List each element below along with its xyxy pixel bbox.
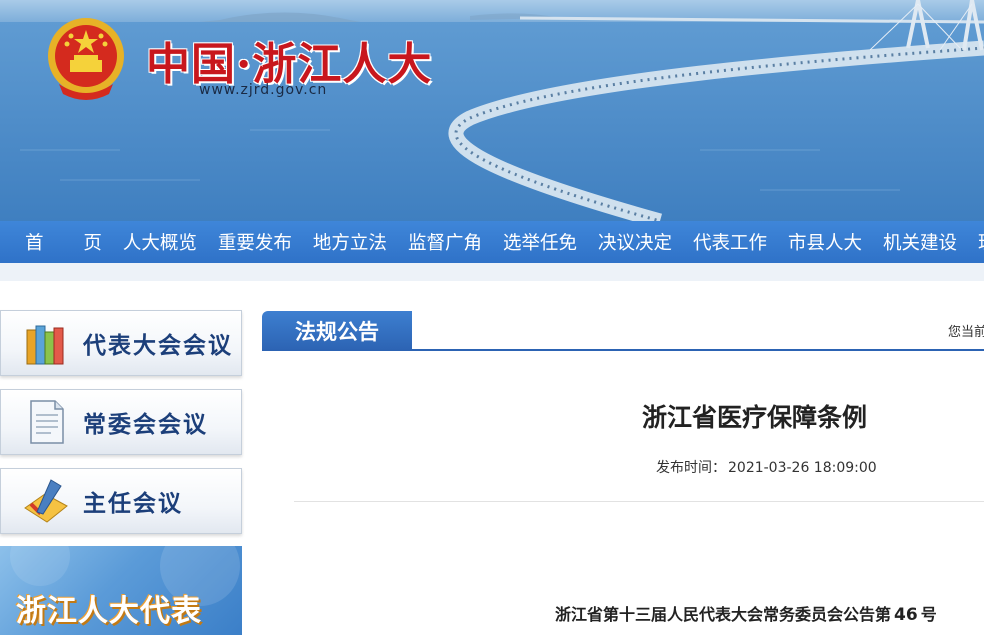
nav-item-deputies[interactable]: 代表工作 (693, 229, 767, 255)
article-meta: 发布时间： 2021-03-26 18:09:00 (656, 457, 877, 477)
sidebar-item-standing-committee[interactable]: 常委会会议 (0, 389, 242, 455)
publish-label: 发布时间： (656, 460, 726, 476)
deputies-banner[interactable]: 浙江人大代表 (0, 546, 242, 635)
nav-item-releases[interactable]: 重要发布 (218, 229, 292, 255)
sidebar-item-label: 常委会会议 (83, 411, 208, 438)
section-underline (262, 349, 984, 351)
article-body: 浙江省第十三届人民代表大会常务委员会公告第 46 号 (555, 601, 937, 625)
site-url: www.zjrd.gov.cn (199, 82, 328, 98)
sidebar-item-congress-session[interactable]: 代表大会会议 (0, 310, 242, 376)
sidebar-item-director-meeting[interactable]: 主任会议 (0, 468, 242, 534)
article-title: 浙江省医疗保障条例 (642, 403, 868, 432)
nav-item-legislation[interactable]: 地方立法 (313, 229, 387, 255)
document-icon (30, 400, 64, 444)
nav-item-supervision[interactable]: 监督广角 (408, 229, 482, 255)
announcement-prefix: 浙江省第十三届人民代表大会常务委员会公告第 (555, 605, 892, 624)
article-divider (294, 501, 984, 502)
pen-check-icon (24, 479, 68, 523)
section-title-tab: 法规公告 (262, 311, 412, 351)
books-icon (26, 325, 64, 365)
nav-item-theory[interactable]: 理 (978, 229, 984, 255)
breadcrumb: 您当前 (948, 325, 984, 340)
nav-item-home[interactable]: 首 页 (25, 229, 119, 255)
nav-item-local-congress[interactable]: 市县人大 (788, 229, 862, 255)
sidebar-item-label: 代表大会会议 (83, 332, 233, 359)
announcement-suffix: 号 (920, 605, 937, 624)
main-nav: 首 页 人大概览 重要发布 地方立法 监督广角 选举任免 决议决定 代表工作 市… (0, 221, 984, 263)
national-emblem-icon (48, 18, 124, 100)
deputies-banner-label: 浙江人大代表 (16, 594, 202, 629)
publish-time: 2021-03-26 18:09:00 (728, 460, 877, 476)
header-banner: 中国·浙江人大 www.zjrd.gov.cn (0, 0, 984, 221)
sidebar-item-label: 主任会议 (83, 490, 183, 517)
nav-item-overview[interactable]: 人大概览 (123, 229, 197, 255)
nav-item-elections[interactable]: 选举任免 (503, 229, 577, 255)
nav-divider-strip (0, 263, 984, 281)
nav-item-organ-building[interactable]: 机关建设 (883, 229, 957, 255)
announcement-number: 46 (894, 605, 918, 625)
nav-item-resolutions[interactable]: 决议决定 (598, 229, 672, 255)
